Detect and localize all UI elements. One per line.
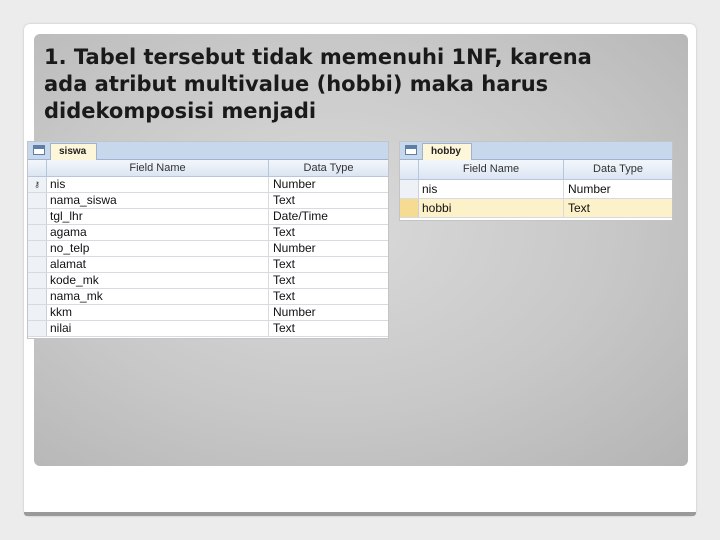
key-icon[interactable]: ⚷ [28,177,47,192]
table-row[interactable]: nama_mk Text [28,289,388,305]
data-type-cell[interactable]: Number [269,177,388,192]
grid-header: Field Name Data Type [28,160,388,177]
row-selector[interactable] [28,257,47,272]
table-row[interactable]: hobbi Text [400,199,672,218]
row-selector[interactable] [28,193,47,208]
table-row[interactable]: alamat Text [28,257,388,273]
column-header-data-type[interactable]: Data Type [564,160,672,179]
field-name-cell[interactable]: tgl_lhr [47,209,269,224]
data-type-cell[interactable]: Text [269,257,388,272]
field-name-cell[interactable]: nis [47,177,269,192]
row-selector[interactable] [28,289,47,304]
row-selector[interactable] [28,305,47,320]
row-selector[interactable] [28,273,47,288]
table-row[interactable]: kode_mk Text [28,273,388,289]
row-selector-header [28,160,47,176]
column-header-field-name[interactable]: Field Name [47,160,269,176]
field-name-cell[interactable]: hobbi [419,199,564,217]
field-name-cell[interactable]: no_telp [47,241,269,256]
tab-bar: siswa [28,142,388,160]
data-type-cell[interactable]: Text [269,273,388,288]
row-selector[interactable] [400,180,419,198]
field-name-cell[interactable]: nilai [47,321,269,336]
field-name-cell[interactable]: nama_mk [47,289,269,304]
row-selector[interactable] [28,241,47,256]
table-design-siswa: siswa Field Name Data Type ⚷ nis Number nam… [27,141,389,339]
data-type-cell[interactable]: Number [269,305,388,320]
data-type-cell[interactable]: Text [269,321,388,336]
field-name-cell[interactable]: agama [47,225,269,240]
row-selector-header [400,160,419,179]
table-icon [33,145,45,155]
data-type-cell[interactable]: Number [269,241,388,256]
tab-bar: hobby [400,142,672,160]
grid-header: Field Name Data Type [400,160,672,180]
data-type-cell[interactable]: Text [269,289,388,304]
row-selector[interactable] [28,321,47,336]
table-row[interactable]: nilai Text [28,321,388,337]
row-selector[interactable] [400,199,419,217]
data-type-cell[interactable]: Number [564,180,672,198]
tab-siswa[interactable]: siswa [50,143,98,160]
table-row[interactable]: kkm Number [28,305,388,321]
table-row[interactable]: nama_siswa Text [28,193,388,209]
slide-title: 1. Tabel tersebut tidak memenuhi 1NF, ka… [44,45,592,123]
table-row[interactable]: no_telp Number [28,241,388,257]
row-selector[interactable] [28,225,47,240]
data-type-cell[interactable]: Text [269,225,388,240]
table-row[interactable]: tgl_lhr Date/Time [28,209,388,225]
tab-hobby[interactable]: hobby [422,143,472,160]
table-row[interactable]: nis Number [400,180,672,199]
data-type-cell[interactable]: Date/Time [269,209,388,224]
table-row[interactable]: ⚷ nis Number [28,177,388,193]
grid-body: ⚷ nis Number nama_siswa Text tgl_lhr Date/Time… [28,177,388,337]
column-header-field-name[interactable]: Field Name [419,160,564,179]
field-name-cell[interactable]: kkm [47,305,269,320]
slide-frame-bottom-edge [24,512,696,516]
row-selector[interactable] [28,209,47,224]
column-header-data-type[interactable]: Data Type [269,160,388,176]
table-icon [405,145,417,155]
data-type-cell[interactable]: Text [269,193,388,208]
field-name-cell[interactable]: nama_siswa [47,193,269,208]
table-design-hobby: hobby Field Name Data Type nis Number hobb… [399,141,673,221]
field-name-cell[interactable]: nis [419,180,564,198]
table-row[interactable]: agama Text [28,225,388,241]
field-name-cell[interactable]: alamat [47,257,269,272]
field-name-cell[interactable]: kode_mk [47,273,269,288]
grid-body: nis Number hobbi Text [400,180,672,218]
data-type-cell[interactable]: Text [564,199,672,217]
